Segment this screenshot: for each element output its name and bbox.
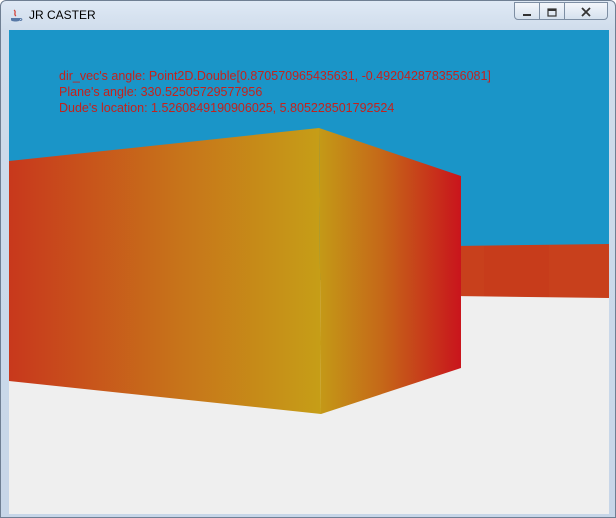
game-viewport[interactable]: dir_vec's angle: Point2D.Double[0.870570… (9, 30, 609, 514)
java-app-icon (8, 8, 24, 24)
near-wall-side (319, 128, 461, 414)
maximize-button[interactable] (539, 2, 565, 20)
maximize-icon (547, 2, 557, 21)
near-wall-front (9, 128, 321, 414)
title-bar[interactable]: JR CASTER (1, 1, 615, 29)
close-button[interactable] (564, 2, 608, 20)
close-icon (581, 2, 591, 21)
far-wall-shade (484, 245, 549, 297)
app-window: JR CASTER dir_vec's angle: Point2D.Doubl… (0, 0, 616, 518)
dir-vec-readout: dir_vec's angle: Point2D.Double[0.870570… (59, 69, 491, 83)
minimize-button[interactable] (514, 2, 540, 20)
debug-hud: dir_vec's angle: Point2D.Double[0.870570… (59, 68, 491, 116)
minimize-icon (522, 2, 532, 21)
dude-location-readout: Dude's location: 1.5260849190906025, 5.8… (59, 101, 395, 115)
plane-angle-readout: Plane's angle: 330.52505729577956 (59, 85, 263, 99)
window-title: JR CASTER (29, 8, 96, 22)
